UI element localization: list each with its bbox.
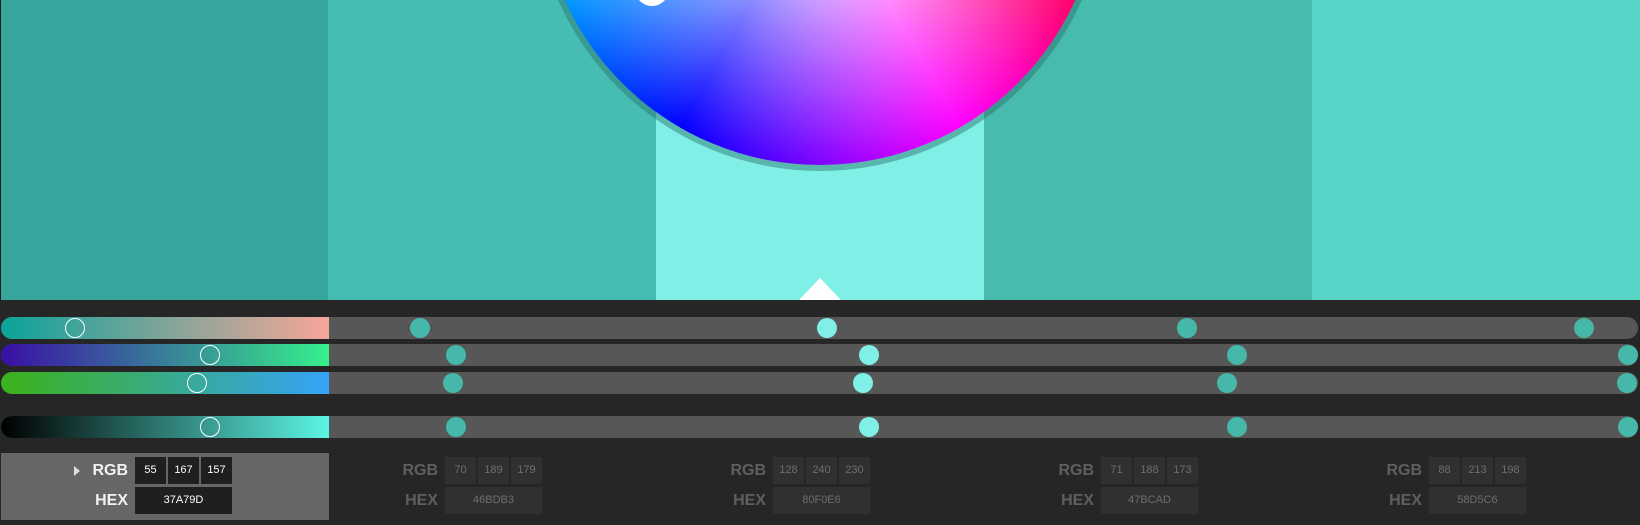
expand-triangle-icon[interactable] [74,465,80,476]
red-value-field[interactable]: 70 [445,457,476,484]
color-info-4: RGB 71 188 173 HEX 47BCAD [1044,453,1372,520]
blue-value-field[interactable]: 179 [511,457,542,484]
brightness-slider-knob-1[interactable] [199,417,220,437]
hex-value-field[interactable]: 58D5C6 [1429,487,1526,514]
hue-slider-knob-3[interactable] [816,318,837,338]
hex-label: HEX [405,491,438,509]
saturation-slider-knob-1[interactable] [199,345,220,365]
brightness-slider-knob-5[interactable] [1618,417,1638,437]
red-value-field[interactable]: 71 [1101,457,1132,484]
hex-value-field[interactable]: 80F0E6 [773,487,870,514]
lightness-slider-knob-2[interactable] [442,373,463,393]
color-info-5: RGB 88 213 198 HEX 58D5C6 [1372,453,1640,520]
blue-value-field[interactable]: 157 [201,457,232,484]
lightness-slider-knob-5[interactable] [1616,373,1637,393]
lightness-slider-knob-4[interactable] [1216,373,1237,393]
green-value-field[interactable]: 188 [1134,457,1165,484]
hex-value-field[interactable]: 47BCAD [1101,487,1198,514]
brightness-slider-knob-4[interactable] [1226,417,1247,437]
hex-label: HEX [733,491,766,509]
rgb-label: RGB [730,461,766,479]
saturation-slider-knob-5[interactable] [1618,345,1638,365]
hex-value-field[interactable]: 46BDB3 [445,487,542,514]
red-value-field[interactable]: 55 [135,457,166,484]
swatch-1[interactable] [0,0,328,300]
blue-value-field[interactable]: 173 [1167,457,1198,484]
swatch-5[interactable] [1312,0,1640,300]
selected-swatch-marker [799,278,841,300]
hex-label: HEX [1389,491,1422,509]
rgb-label: RGB [92,461,128,479]
blue-value-field[interactable]: 230 [839,457,870,484]
blue-value-field[interactable]: 198 [1495,457,1526,484]
color-info-1: RGB 55 167 157 HEX 37A79D [74,453,402,520]
lightness-slider-knob-3[interactable] [852,373,873,393]
color-info-2: RGB 70 189 179 HEX 46BDB3 [388,453,716,520]
color-info-panel: RGB 55 167 157 HEX 37A79D RGB 70 189 179 HEX 46BDB3… [0,453,1640,525]
brightness-slider[interactable] [0,416,1640,438]
brightness-slider-gradient [1,416,329,438]
saturation-slider[interactable] [0,344,1640,366]
hex-label: HEX [1061,491,1094,509]
brightness-slider-knob-2[interactable] [445,417,466,437]
green-value-field[interactable]: 167 [168,457,199,484]
green-value-field[interactable]: 213 [1462,457,1493,484]
green-value-field[interactable]: 240 [806,457,837,484]
hue-slider-knob-2[interactable] [409,318,430,338]
saturation-slider-gradient [1,344,329,366]
rgb-label: RGB [1058,461,1094,479]
saturation-slider-knob-4[interactable] [1226,345,1247,365]
lightness-slider-knob-1[interactable] [186,373,207,393]
hex-label: HEX [95,491,128,509]
hex-value-field[interactable]: 37A79D [135,487,232,514]
rgb-label: RGB [1386,461,1422,479]
hue-slider-gradient [1,317,329,339]
saturation-slider-knob-2[interactable] [445,345,466,365]
green-value-field[interactable]: 189 [478,457,509,484]
red-value-field[interactable]: 88 [1429,457,1460,484]
hue-slider[interactable] [0,317,1640,339]
lightness-slider-gradient [1,372,329,394]
lightness-slider[interactable] [0,372,1640,394]
rgb-label: RGB [402,461,438,479]
red-value-field[interactable]: 128 [773,457,804,484]
color-info-3: RGB 128 240 230 HEX 80F0E6 [716,453,1044,520]
